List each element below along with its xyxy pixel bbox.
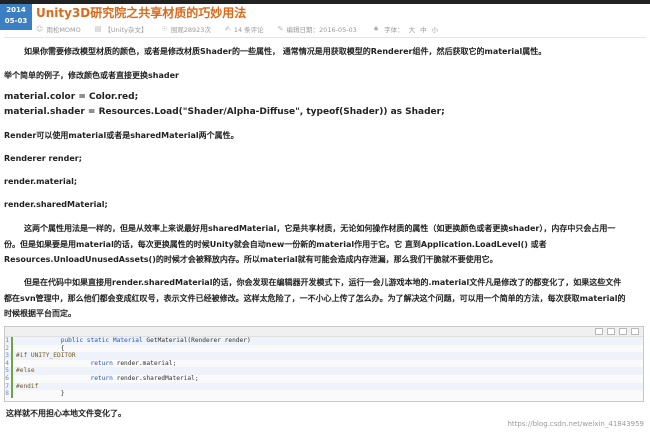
line-number: 7	[5, 382, 13, 391]
line-number: 6	[5, 374, 13, 383]
meta-edit-date: ✎ 编辑日期：2016-05-03	[277, 25, 357, 34]
paragraph-1: 如果你需要修改模型材质的颜色，或者是修改材质Shader的一些属性， 通常情况是…	[24, 47, 547, 56]
code-row: 4 return render.material;	[5, 359, 643, 368]
meta-comments[interactable]: ✍ 14 条评论	[225, 24, 264, 34]
meta-font-size: ♠ 字体：大中小	[372, 24, 439, 34]
line-number: 2	[5, 344, 13, 353]
code-row: 1 public static Material GetMaterial(Ren…	[5, 337, 643, 345]
view-source-icon[interactable]	[595, 328, 603, 335]
font-small-button[interactable]: 小	[432, 24, 439, 34]
font-large-button[interactable]: 大	[409, 24, 416, 34]
paragraph-8a: 但是在代码中如果直接用render.sharedMaterial的话，你会发现在…	[24, 278, 622, 287]
line-number: 3	[5, 352, 13, 360]
code-text: return render.material;	[90, 359, 177, 367]
code-body: 1 public static Material GetMaterial(Ren…	[5, 337, 643, 398]
code-text: #endif	[16, 382, 39, 390]
edit-icon: ✎	[277, 25, 284, 33]
code-color-line: material.color = Color.red;	[4, 92, 139, 102]
line-number: 4	[5, 359, 13, 368]
folder-icon: ▤	[94, 25, 102, 33]
paragraph-6: render.sharedMaterial;	[4, 200, 108, 209]
copy-icon[interactable]	[607, 328, 615, 335]
code-text: return render.sharedMaterial;	[90, 374, 199, 382]
line-number: 1	[5, 337, 13, 345]
code-row: 3 #if UNITY_EDITOR	[5, 352, 643, 360]
code-text: #if UNITY_EDITOR	[16, 352, 76, 360]
paragraph-5: render.material;	[4, 177, 78, 186]
date-badge: 2014 05-03	[0, 4, 32, 30]
print-icon[interactable]	[619, 328, 627, 335]
comment-icon: ✍	[224, 25, 231, 33]
post-meta: ☺ 雨松MOMO ▤ 【Unity杂文】 ☉ 围观28923次 ✍ 14 条评论 ✎ 编辑…	[36, 24, 438, 34]
date-month-day: 05-03	[4, 17, 28, 25]
code-row: 2 {	[5, 344, 643, 353]
divider	[4, 37, 646, 38]
meta-category[interactable]: ▤ 【Unity杂文】	[95, 24, 148, 34]
line-number: 8	[5, 390, 13, 398]
code-text: public static Material GetMaterial(Rende…	[60, 337, 251, 344]
help-icon[interactable]	[631, 328, 639, 335]
date-year: 2014	[6, 6, 26, 14]
code-text: {	[16, 344, 65, 352]
paragraph-8b: 都在svn管理中，那么他们都会变成红叹号，表示文件已经被修改。这样太危险了，一不…	[4, 294, 626, 303]
code-block[interactable]: 1 public static Material GetMaterial(Ren…	[4, 326, 644, 402]
paragraph-7b: 份。但是如果要是用material的话，每次更换属性的时候Unity就会自动ne…	[4, 240, 547, 249]
paragraph-4: Renderer render;	[4, 154, 82, 163]
code-text: }	[16, 390, 65, 398]
paragraph-7c: Resources.UnloadUnusedAssets()的时候才会被释放内存…	[4, 255, 498, 264]
watermark: https://blog.csdn.net/weixin_41843959	[507, 420, 644, 428]
code-toolbar	[5, 327, 643, 337]
font-icon: ♠	[372, 25, 380, 33]
code-row: 5 #else	[5, 367, 643, 375]
paragraph-8c: 时候根据平台而定。	[4, 309, 76, 318]
paragraph-2: 举个简单的例子，修改颜色或者直接更换shader	[4, 71, 179, 80]
meta-author[interactable]: ☺ 雨松MOMO	[36, 24, 81, 34]
meta-views: ☉ 围观28923次	[161, 25, 211, 34]
paragraph-3: Render可以使用material或者是sharedMaterial两个属性。	[4, 131, 239, 140]
closing-paragraph: 这样就不用担心本地文件变化了。	[6, 409, 126, 418]
code-row: 6 return render.sharedMaterial;	[5, 374, 643, 383]
code-text: #else	[16, 367, 35, 375]
line-number: 5	[5, 367, 13, 375]
paragraph-7a: 这两个属性用法是一样的，但是从效率上来说最好用sharedMaterial，它是…	[24, 224, 616, 233]
code-row: 8 }	[5, 390, 643, 398]
post-title[interactable]: Unity3D研究院之共享材质的巧妙用法	[36, 4, 246, 21]
code-row: 7 #endif	[5, 382, 643, 391]
font-medium-button[interactable]: 中	[420, 24, 427, 34]
code-shader-line: material.shader = Resources.Load("Shader…	[4, 107, 445, 117]
user-icon: ☺	[36, 25, 44, 33]
eye-icon: ☉	[161, 25, 168, 33]
